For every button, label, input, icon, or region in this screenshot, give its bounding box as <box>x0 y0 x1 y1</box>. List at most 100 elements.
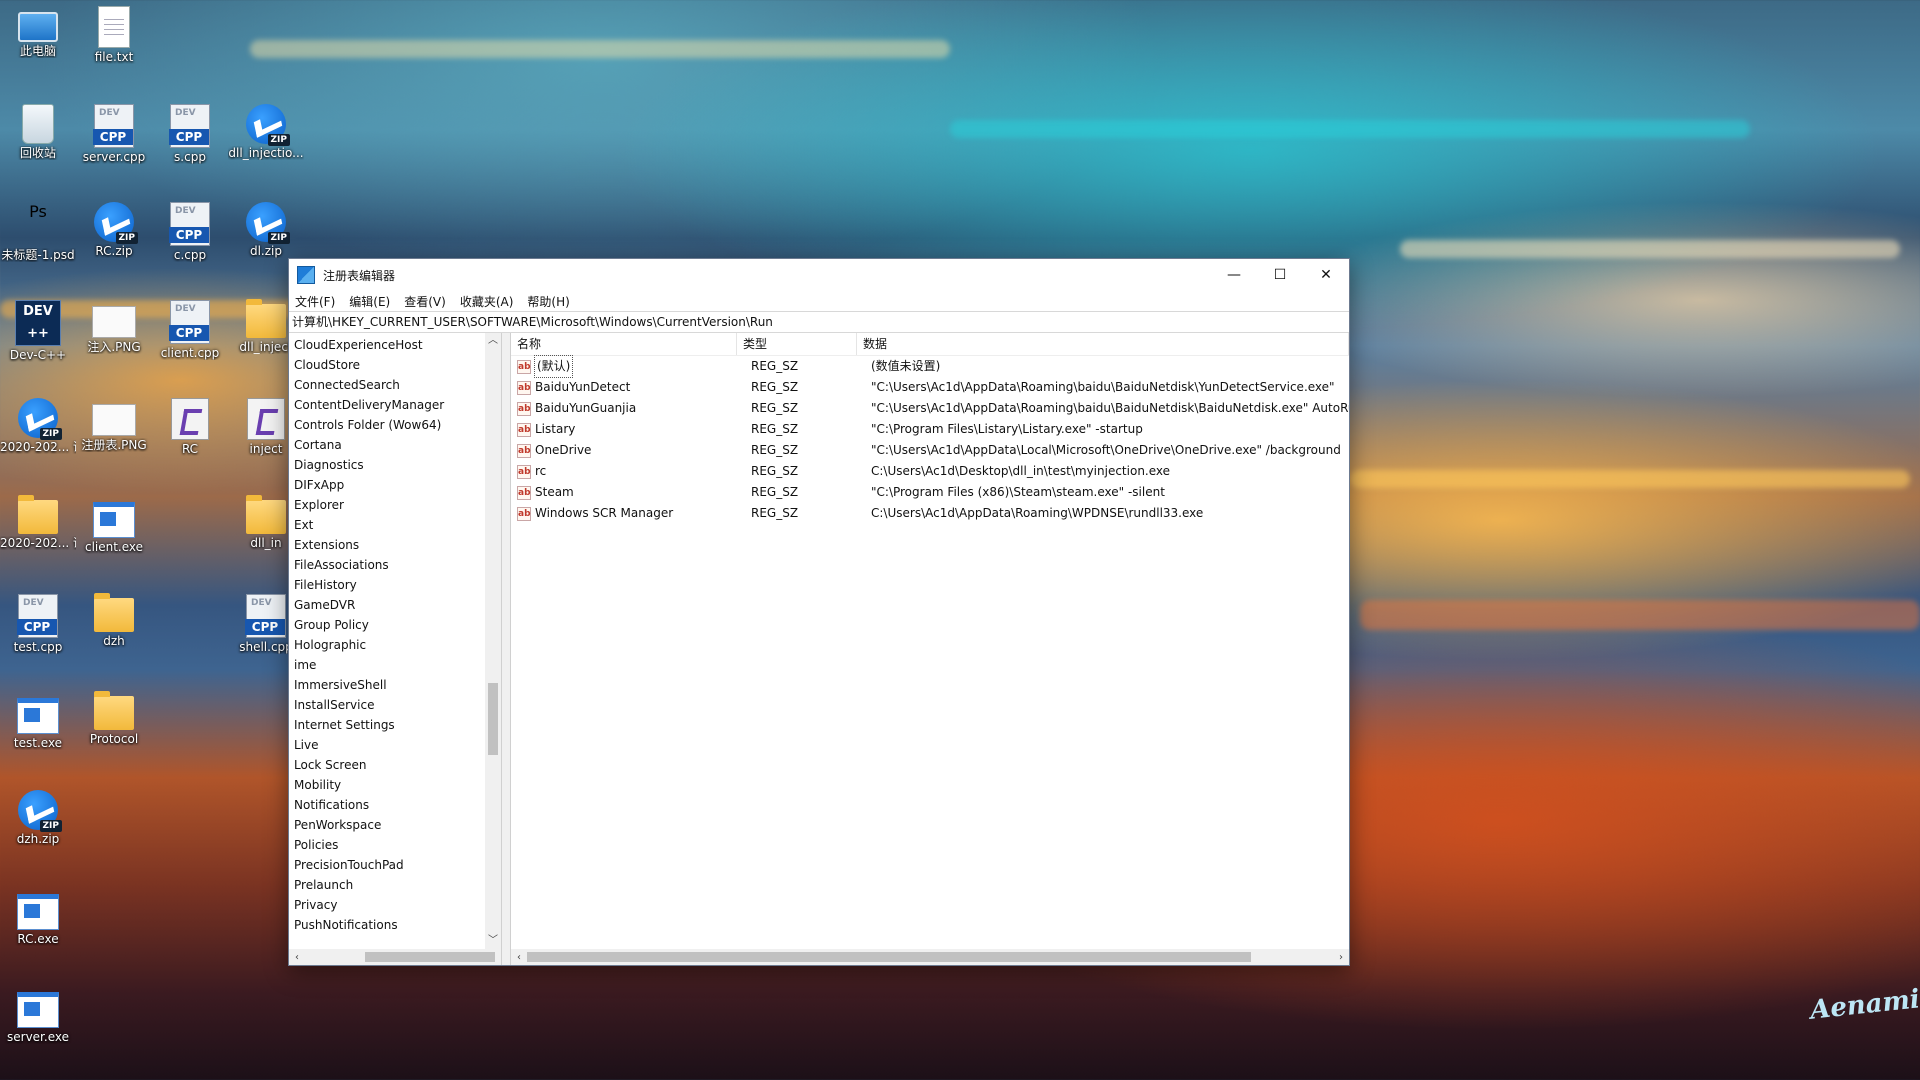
tree-key-item[interactable]: PrecisionTouchPad <box>289 855 485 875</box>
tree-key-item[interactable]: Diagnostics <box>289 455 485 475</box>
tree-key-item[interactable]: Ext <box>289 515 485 535</box>
menu-view[interactable]: 查看(V) <box>404 293 446 310</box>
tree-key-item[interactable]: Privacy <box>289 895 485 915</box>
desktop-icon-cpp[interactable]: DEV CPP test.cpp <box>0 590 76 668</box>
desktop-icon-cpp[interactable]: DEV CPP c.cpp <box>152 198 228 276</box>
desktop-icon-exe[interactable]: client.exe <box>76 492 152 570</box>
desktop-icon-folder[interactable]: dzh <box>76 590 152 668</box>
value-type: REG_SZ <box>751 359 799 373</box>
tree-key-item[interactable]: ImmersiveShell <box>289 675 485 695</box>
column-name[interactable]: 名称 <box>511 333 737 355</box>
column-type[interactable]: 类型 <box>737 333 857 355</box>
desktop-icon-zip[interactable]: ZIP RC.zip <box>76 198 152 276</box>
tree-key-item[interactable]: GameDVR <box>289 595 485 615</box>
value-row[interactable]: ab BaiduYunGuanjia REG_SZ "C:\Users\Ac1d\Ap… <box>511 398 1349 419</box>
tree-key-item[interactable]: ContentDeliveryManager <box>289 395 485 415</box>
desktop-icon-zip[interactable]: ZIP dll_injectio... <box>228 100 304 178</box>
value-name: BaiduYunGuanjia <box>535 401 637 415</box>
tree-key-item[interactable]: Extensions <box>289 535 485 555</box>
desktop-icon-zip[interactable]: ZIP dzh.zip <box>0 786 76 864</box>
value-type: REG_SZ <box>751 464 799 478</box>
tree-key-item[interactable]: CloudExperienceHost <box>289 335 485 355</box>
desktop-icon-zip[interactable]: ZIP2020-202... 课表.zip <box>0 394 76 472</box>
tree-key-item[interactable]: Internet Settings <box>289 715 485 735</box>
desktop-icon-label: RC.zip <box>95 244 133 258</box>
registry-editor-window[interactable]: 注册表编辑器 — ☐ ✕ 文件(F) 编辑(E) 查看(V) 收藏夹(A) 帮助… <box>288 258 1350 966</box>
tree-key-item[interactable]: FileHistory <box>289 575 485 595</box>
scroll-up-icon[interactable]: ︿ <box>485 333 501 349</box>
column-data[interactable]: 数据 <box>857 333 1349 355</box>
desktop-icon-cpp[interactable]: DEV CPP client.cpp <box>152 296 228 374</box>
tree-scroll-thumb[interactable] <box>488 683 498 755</box>
desktop-icon-label: test.exe <box>13 736 63 750</box>
scroll-left-icon[interactable]: ‹ <box>289 952 305 963</box>
close-button[interactable]: ✕ <box>1303 259 1349 291</box>
desktop-icon-label: Protocol <box>89 732 139 746</box>
tree-key-item[interactable]: PenWorkspace <box>289 815 485 835</box>
desktop-icon-cpp[interactable]: DEV CPP s.cpp <box>152 100 228 178</box>
tree-key-item[interactable]: Cortana <box>289 435 485 455</box>
desktop-icon-exe[interactable]: server.exe <box>0 982 76 1060</box>
tree-key-item[interactable]: Policies <box>289 835 485 855</box>
tree-key-item[interactable]: Holographic <box>289 635 485 655</box>
value-row[interactable]: ab rc REG_SZ C:\Users\Ac1d\Desktop\dll_in\t… <box>511 461 1349 482</box>
tree-key-item[interactable]: DIFxApp <box>289 475 485 495</box>
tree-key-item[interactable]: FileAssociations <box>289 555 485 575</box>
scroll-right-icon[interactable]: › <box>1333 952 1349 963</box>
tree-key-item[interactable]: Live <box>289 735 485 755</box>
desktop-icon-txt[interactable]: file.txt <box>76 2 152 80</box>
desktop-icon-exe[interactable]: test.exe <box>0 688 76 766</box>
value-row[interactable]: ab OneDrive REG_SZ "C:\Users\Ac1d\AppData\L… <box>511 440 1349 461</box>
values-pane[interactable]: 名称 类型 数据 ab (默认) REG_SZ (数值未设置) ab BaiduYunDe… <box>511 333 1349 965</box>
desktop-icon-bin[interactable]: 回收站 <box>0 100 76 178</box>
menu-favorites[interactable]: 收藏夹(A) <box>460 293 514 310</box>
value-row[interactable]: ab Steam REG_SZ "C:\Program Files (x86)\Ste… <box>511 482 1349 503</box>
value-row[interactable]: ab Windows SCR Manager REG_SZ C:\Users\Ac1d… <box>511 503 1349 524</box>
desktop-icon-img[interactable]: 注册表.PNG <box>76 394 152 472</box>
tree-key-item[interactable]: Group Policy <box>289 615 485 635</box>
desktop-icon-cpp[interactable]: DEV CPP server.cpp <box>76 100 152 178</box>
tree-key-item[interactable]: RADAR <box>289 935 485 939</box>
desktop-icon-label: server.cpp <box>82 150 146 164</box>
tree-key-item[interactable]: ime <box>289 655 485 675</box>
scroll-left-icon[interactable]: ‹ <box>511 952 527 963</box>
minimize-button[interactable]: — <box>1211 259 1257 291</box>
tree-key-item[interactable]: Mobility <box>289 775 485 795</box>
desktop-icon-dev[interactable]: DEV ++ Dev-C++ <box>0 296 76 374</box>
tree-key-item[interactable]: InstallService <box>289 695 485 715</box>
tree-vertical-scrollbar[interactable]: ︿ ﹀ <box>485 333 501 949</box>
tree-horizontal-scrollbar[interactable]: ‹ › <box>289 949 501 965</box>
menu-help[interactable]: 帮助(H) <box>527 293 569 310</box>
desktop-icon-folder[interactable]: Protocol <box>76 688 152 766</box>
tree-key-item[interactable]: Controls Folder (Wow64) <box>289 415 485 435</box>
tree-key-item[interactable]: PushNotifications <box>289 915 485 935</box>
tree-key-item[interactable]: CloudStore <box>289 355 485 375</box>
tree-hscroll-thumb[interactable] <box>365 952 495 962</box>
key-tree-pane[interactable]: CloudExperienceHost CloudStore ConnectedSe… <box>289 333 502 965</box>
desktop-icon-exe[interactable]: RC.exe <box>0 884 76 962</box>
wallpaper-signature: Aenami <box>1808 984 1920 1026</box>
tree-key-item[interactable]: Explorer <box>289 495 485 515</box>
scroll-down-icon[interactable]: ﹀ <box>485 933 501 949</box>
tree-key-item[interactable]: ConnectedSearch <box>289 375 485 395</box>
address-bar[interactable]: 计算机\HKEY_CURRENT_USER\SOFTWARE\Microsoft… <box>289 311 1349 333</box>
tree-key-item[interactable]: Prelaunch <box>289 875 485 895</box>
title-bar[interactable]: 注册表编辑器 — ☐ ✕ <box>289 259 1349 291</box>
desktop-icon-pc[interactable]: 此电脑 <box>0 2 76 80</box>
desktop-icon-folder[interactable]: 2020-202... 课表 <box>0 492 76 570</box>
desktop-icon-img[interactable]: 注入.PNG <box>76 296 152 374</box>
tree-key-item[interactable]: Lock Screen <box>289 755 485 775</box>
pane-splitter[interactable] <box>502 333 511 965</box>
value-row[interactable]: ab Listary REG_SZ "C:\Program Files\Listary… <box>511 419 1349 440</box>
maximize-button[interactable]: ☐ <box>1257 259 1303 291</box>
values-hscroll-thumb[interactable] <box>527 952 1251 962</box>
menu-edit[interactable]: 编辑(E) <box>349 293 390 310</box>
value-row[interactable]: ab (默认) REG_SZ (数值未设置) <box>511 355 1349 378</box>
key-tree: CloudExperienceHost CloudStore ConnectedSe… <box>289 333 485 939</box>
value-row[interactable]: ab BaiduYunDetect REG_SZ "C:\Users\Ac1d\App… <box>511 377 1349 398</box>
menu-file[interactable]: 文件(F) <box>295 293 335 310</box>
tree-key-item[interactable]: Notifications <box>289 795 485 815</box>
values-horizontal-scrollbar[interactable]: ‹ › <box>511 949 1349 965</box>
desktop-icon-psd[interactable]: Ps 未标题-1.psd <box>0 198 76 276</box>
desktop-icon-vs[interactable]: RC <box>152 394 228 472</box>
